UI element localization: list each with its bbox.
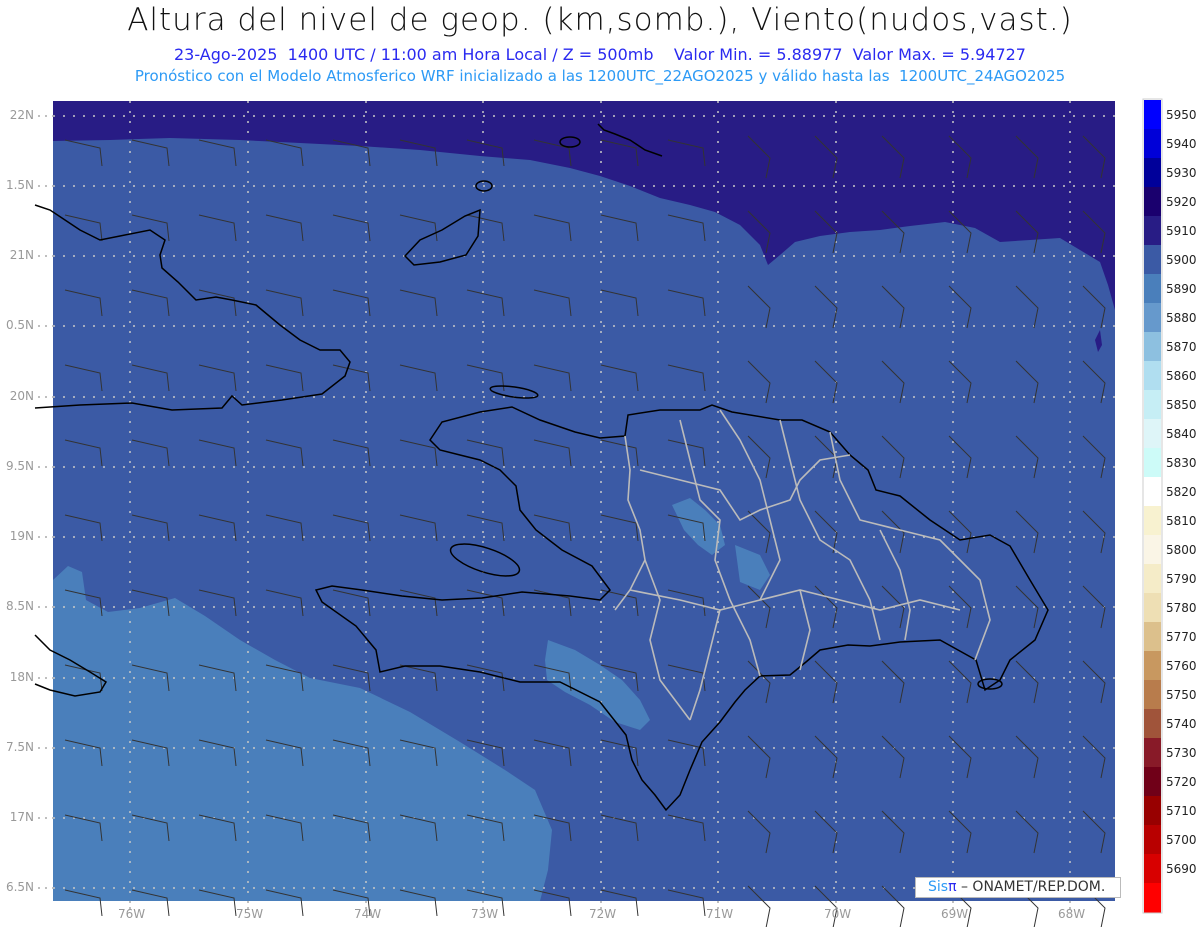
- colorbar-label: 5940: [1166, 137, 1197, 151]
- longitude-label: 71W: [706, 907, 734, 921]
- latitude-label: 0.5N: [5, 318, 34, 332]
- colorbar-swatch: [1144, 390, 1161, 420]
- colorbar-label: 5790: [1166, 572, 1197, 586]
- longitude-label: 68W: [1058, 907, 1086, 921]
- longitude-label: 72W: [589, 907, 617, 921]
- colorbar-swatch: [1144, 477, 1161, 507]
- colorbar-label: 5870: [1166, 340, 1197, 354]
- colorbar-swatch: [1144, 361, 1161, 391]
- longitude-label: 75W: [236, 907, 264, 921]
- colorbar-swatch: [1144, 767, 1161, 797]
- latitude-label: 22N: [9, 108, 34, 122]
- colorbar-label: 5890: [1166, 282, 1197, 296]
- colorbar-swatch: [1144, 303, 1161, 333]
- longitude-label: 74W: [354, 907, 382, 921]
- colorbar-label: 5720: [1166, 775, 1197, 789]
- latitude-label: 21N: [9, 248, 34, 262]
- colorbar-label: 5740: [1166, 717, 1197, 731]
- colorbar-label: 5920: [1166, 195, 1197, 209]
- colorbar-swatch: [1144, 854, 1161, 884]
- colorbar-label: 5780: [1166, 601, 1197, 615]
- colorbar-label: 5910: [1166, 224, 1197, 238]
- geopotential-map: [34, 98, 1163, 927]
- colorbar-swatch: [1144, 593, 1161, 623]
- colorbar-label: 5880: [1166, 311, 1197, 325]
- colorbar-label: 5900: [1166, 253, 1197, 267]
- longitude-label: 70W: [824, 907, 852, 921]
- colorbar-swatch: [1144, 274, 1161, 304]
- latitude-label: 7.5N: [5, 740, 34, 754]
- latitude-label: 20N: [9, 389, 34, 403]
- colorbar-label: 5770: [1166, 630, 1197, 644]
- credit-text: – ONAMET/REP.DOM.: [960, 879, 1106, 895]
- latitude-label: 8.5N: [5, 599, 34, 613]
- colorbar-label: 5930: [1166, 166, 1197, 180]
- pi-logo-glyph: π: [948, 879, 957, 895]
- latitude-label: 18N: [9, 670, 34, 684]
- colorbar-swatch: [1144, 651, 1161, 681]
- colorbar-swatch: [1144, 564, 1161, 594]
- credit-box: Sisπ – ONAMET/REP.DOM.: [915, 877, 1121, 898]
- colorbar-label: 5760: [1166, 659, 1197, 673]
- colorbar-swatch: [1144, 216, 1161, 246]
- colorbar-swatch: [1144, 129, 1161, 159]
- latitude-label: 19N: [9, 529, 34, 543]
- colorbar-swatch: [1144, 680, 1161, 710]
- sisp-logo-text: Sis: [928, 879, 949, 895]
- model-info-line: Pronóstico con el Modelo Atmosferico WRF…: [134, 67, 1066, 85]
- map-title: Altura del nivel de geop. (km,somb.), Vi…: [127, 2, 1073, 38]
- colorbar-swatch: [1144, 506, 1161, 536]
- valid-time-subtitle: 23-Ago-2025 1400 UTC / 11:00 am Hora Loc…: [174, 45, 1026, 64]
- colorbar-label: 5860: [1166, 369, 1197, 383]
- colorbar-label: 5700: [1166, 833, 1197, 847]
- colorbar-swatch: [1144, 245, 1161, 275]
- colorbar-swatch: [1144, 796, 1161, 826]
- colorbar-label: 5730: [1166, 746, 1197, 760]
- colorbar-label: 5850: [1166, 398, 1197, 412]
- colorbar-swatch: [1144, 825, 1161, 855]
- longitude-label: 69W: [941, 907, 969, 921]
- colorbar-label: 5800: [1166, 543, 1197, 557]
- colorbar-label: 5690: [1166, 862, 1197, 876]
- colorbar-label: 5810: [1166, 514, 1197, 528]
- longitude-label: 73W: [471, 907, 499, 921]
- colorbar-label: 5710: [1166, 804, 1197, 818]
- colorbar-swatch: [1144, 738, 1161, 768]
- latitude-label: 17N: [9, 810, 34, 824]
- colorbar-label: 5840: [1166, 427, 1197, 441]
- latitude-label: 6.5N: [5, 880, 34, 894]
- colorbar-swatch: [1144, 419, 1161, 449]
- colorbar-label: 5750: [1166, 688, 1197, 702]
- colorbar-swatch: [1144, 100, 1161, 130]
- latitude-label: 9.5N: [5, 459, 34, 473]
- latitude-label: 1.5N: [5, 178, 34, 192]
- colorbar-swatch: [1144, 709, 1161, 739]
- longitude-label: 76W: [118, 907, 146, 921]
- colorbar-label: 5830: [1166, 456, 1197, 470]
- colorbar-label: 5950: [1166, 108, 1197, 122]
- colorbar: [1142, 98, 1163, 914]
- colorbar-swatch: [1144, 883, 1161, 913]
- colorbar-swatch: [1144, 448, 1161, 478]
- colorbar-label: 5820: [1166, 485, 1197, 499]
- colorbar-swatch: [1144, 187, 1161, 217]
- colorbar-swatch: [1144, 158, 1161, 188]
- colorbar-swatch: [1144, 622, 1161, 652]
- colorbar-swatch: [1144, 535, 1161, 565]
- colorbar-swatch: [1144, 332, 1161, 362]
